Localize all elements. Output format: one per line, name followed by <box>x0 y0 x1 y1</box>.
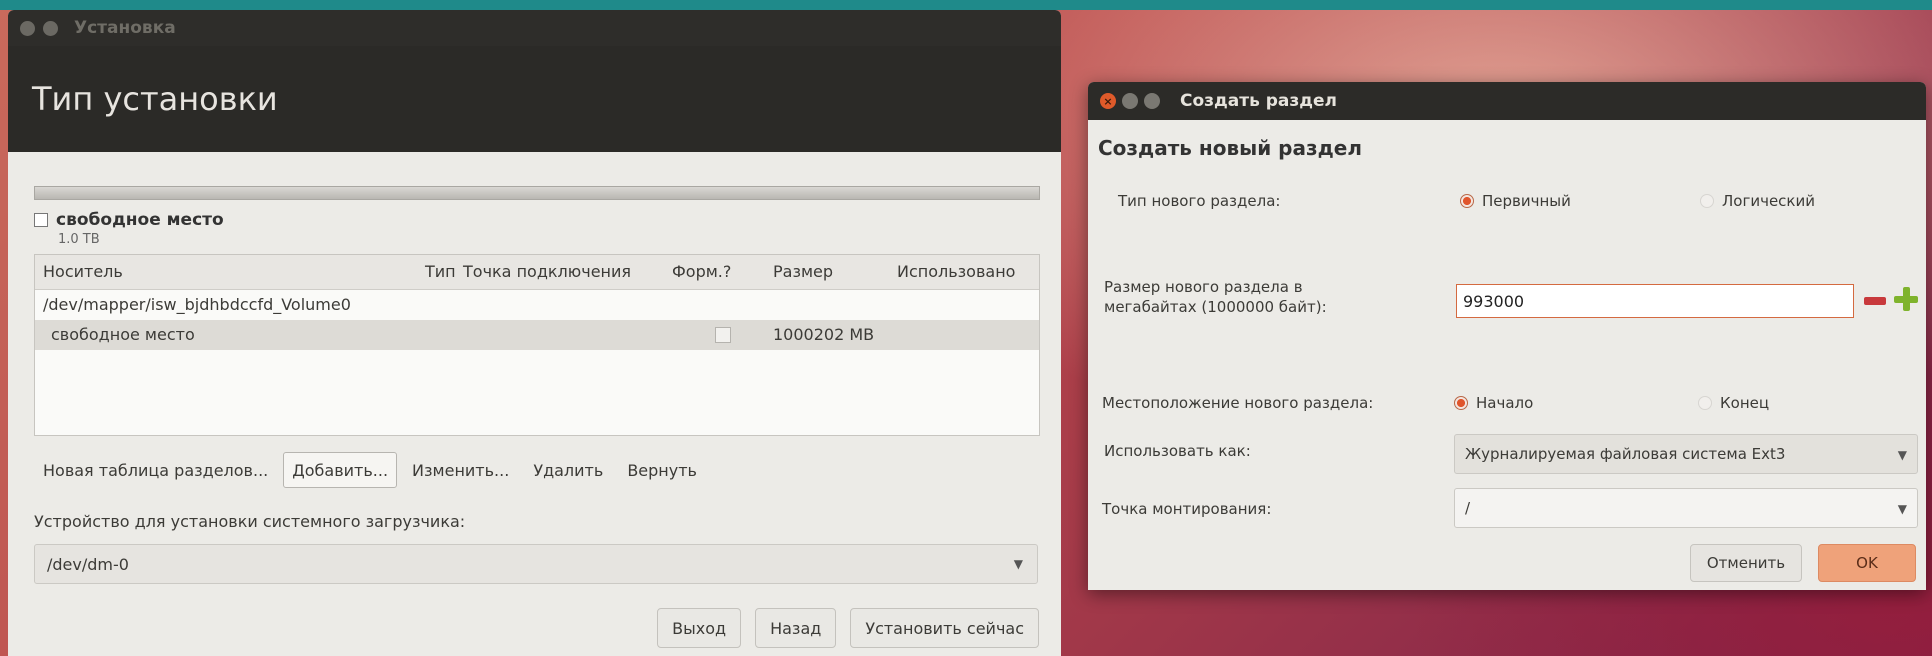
use-as-select[interactable]: Журналируемая файловая система Ext3 ▼ <box>1454 434 1918 474</box>
revert-button[interactable]: Вернуть <box>618 452 706 488</box>
wizard-buttons: Выход Назад Установить сейчас <box>657 608 1039 648</box>
primary-radio[interactable]: Первичный <box>1460 192 1571 210</box>
use-as-value: Журналируемая файловая система Ext3 <box>1465 445 1786 463</box>
maximize-icon[interactable] <box>1144 93 1160 109</box>
primary-radio-label: Первичный <box>1482 192 1571 210</box>
partition-toolbar: Новая таблица разделов... Добавить... Из… <box>34 452 706 488</box>
table-row[interactable]: свободное место 1000202 MB <box>35 320 1039 350</box>
installer-header: Тип установки <box>8 46 1061 152</box>
delete-partition-button[interactable]: Удалить <box>524 452 613 488</box>
free-space-legend: свободное место <box>34 210 224 230</box>
dropdown-arrow-icon: ▼ <box>1897 448 1907 462</box>
column-header[interactable]: Размер <box>773 262 833 281</box>
install-now-button[interactable]: Установить сейчас <box>850 608 1039 648</box>
cancel-button[interactable]: Отменить <box>1690 544 1802 582</box>
ok-button[interactable]: OK <box>1818 544 1916 582</box>
bootloader-select[interactable]: /dev/dm-0 ▼ <box>34 544 1038 584</box>
dialog-buttons: Отменить OK <box>1690 544 1916 582</box>
dialog-title: Создать раздел <box>1180 91 1337 111</box>
size-label-line2: мегабайтах (1000000 байт): <box>1104 298 1327 316</box>
change-partition-button[interactable]: Изменить... <box>403 452 519 488</box>
partition-table[interactable]: Носитель Тип Точка подключения Форм.? Ра… <box>34 254 1040 436</box>
installer-body: свободное место 1.0 TB Носитель Тип Точк… <box>8 152 1061 656</box>
minimize-icon[interactable] <box>1122 93 1138 109</box>
mount-point-value: / <box>1465 499 1471 517</box>
new-partition-table-button[interactable]: Новая таблица разделов... <box>34 452 278 488</box>
disk-usage-bar <box>34 186 1040 200</box>
dialog-titlebar[interactable]: × Создать раздел <box>1088 82 1926 120</box>
bootloader-label: Устройство для установки системного загр… <box>34 512 466 531</box>
free-space-label: свободное место <box>56 210 224 230</box>
bootloader-value: /dev/dm-0 <box>47 554 129 574</box>
free-space-size: 1.0 TB <box>58 232 100 247</box>
logical-radio-label: Логический <box>1722 192 1815 210</box>
partition-size-input[interactable]: 993000 <box>1456 284 1854 318</box>
dialog-heading: Создать новый раздел <box>1098 136 1362 160</box>
device-cell: /dev/mapper/isw_bjdhbdccfd_Volume0 <box>43 295 351 314</box>
decrement-icon[interactable] <box>1864 297 1886 305</box>
column-header[interactable]: Тип <box>425 262 456 281</box>
column-header[interactable]: Форм.? <box>672 262 731 281</box>
column-header[interactable]: Точка подключения <box>463 262 631 281</box>
close-icon[interactable]: × <box>1100 93 1116 109</box>
installer-titlebar[interactable]: Установка <box>8 10 1061 46</box>
table-header: Носитель Тип Точка подключения Форм.? Ра… <box>35 255 1039 290</box>
dropdown-arrow-icon: ▼ <box>1897 502 1907 516</box>
minimize-icon[interactable] <box>43 20 58 36</box>
dropdown-arrow-icon: ▼ <box>1013 557 1023 571</box>
installer-window: Установка Тип установки свободное место … <box>8 10 1061 656</box>
radio-unselected-icon <box>1700 194 1714 208</box>
page-title: Тип установки <box>32 80 278 118</box>
increment-icon[interactable] <box>1894 287 1918 311</box>
close-icon[interactable] <box>20 20 35 36</box>
location-begin-radio[interactable]: Начало <box>1454 394 1533 412</box>
quit-button[interactable]: Выход <box>657 608 742 648</box>
radio-unselected-icon <box>1698 396 1712 410</box>
device-cell: свободное место <box>51 325 195 344</box>
back-button[interactable]: Назад <box>755 608 837 648</box>
location-label: Местоположение нового раздела: <box>1102 394 1374 412</box>
window-title: Установка <box>74 18 176 38</box>
create-partition-dialog: × Создать раздел Создать новый раздел Ти… <box>1088 82 1926 590</box>
table-row[interactable]: /dev/mapper/isw_bjdhbdccfd_Volume0 <box>35 290 1039 320</box>
location-end-radio[interactable]: Конец <box>1698 394 1769 412</box>
logical-radio[interactable]: Логический <box>1700 192 1815 210</box>
mount-point-combo[interactable]: / ▼ <box>1454 488 1918 528</box>
use-as-label: Использовать как: <box>1104 442 1251 460</box>
top-panel <box>0 0 1932 10</box>
size-label-line1: Размер нового раздела в <box>1104 278 1303 296</box>
mount-point-label: Точка монтирования: <box>1102 500 1272 518</box>
radio-selected-icon <box>1454 396 1468 410</box>
column-header[interactable]: Носитель <box>43 262 123 281</box>
location-begin-label: Начало <box>1476 394 1534 412</box>
legend-swatch <box>34 213 48 227</box>
format-checkbox[interactable] <box>715 327 731 343</box>
add-partition-button[interactable]: Добавить... <box>283 452 398 488</box>
partition-type-label: Тип нового раздела: <box>1118 192 1281 210</box>
location-end-label: Конец <box>1720 394 1770 412</box>
size-cell: 1000202 MB <box>773 325 875 344</box>
column-header[interactable]: Использовано <box>897 262 1015 281</box>
radio-selected-icon <box>1460 194 1474 208</box>
